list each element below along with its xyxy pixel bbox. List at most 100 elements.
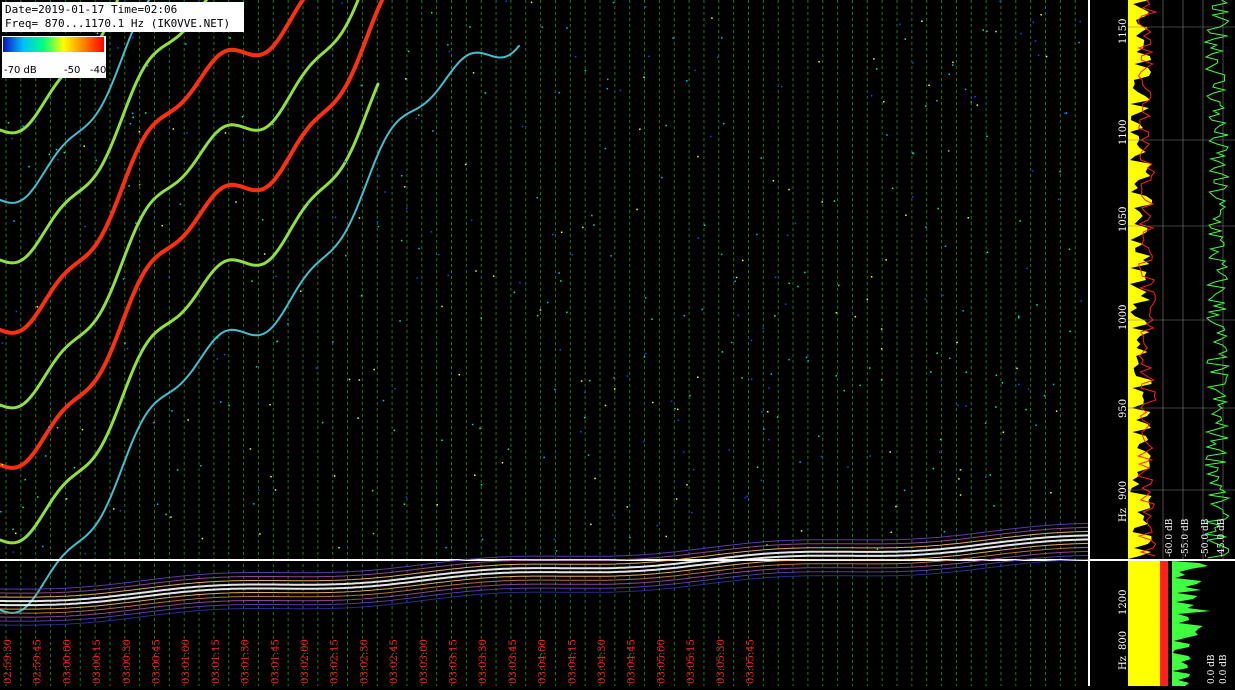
noise-speck [697, 237, 699, 239]
noise-speck [1068, 248, 1071, 250]
noise-speck [165, 513, 167, 516]
noise-speck [1063, 112, 1066, 115]
noise-speck [228, 404, 230, 407]
noise-speck [651, 318, 653, 320]
noise-speck [458, 373, 460, 376]
noise-speck [42, 545, 44, 548]
noise-speck [870, 276, 873, 278]
time-label: 02:59:45 [33, 639, 44, 684]
noise-speck [768, 438, 770, 441]
noise-speck [560, 280, 562, 282]
time-label: 03:01:45 [270, 639, 281, 684]
noise-speck [501, 462, 504, 464]
noise-speck [763, 428, 765, 430]
noise-speck [880, 379, 883, 381]
noise-speck [594, 477, 596, 480]
noise-speck [636, 208, 638, 211]
noise-speck [835, 312, 838, 314]
noise-speck [665, 124, 667, 127]
noise-speck [253, 503, 255, 505]
noise-speck [418, 114, 420, 116]
noise-speck [122, 278, 125, 280]
noise-speck [437, 253, 440, 256]
time-label: 03:03:30 [478, 639, 489, 684]
noise-speck [959, 494, 962, 496]
noise-speck [940, 379, 943, 382]
noise-speck [925, 105, 927, 107]
noise-speck [334, 216, 337, 219]
noise-speck [993, 505, 995, 507]
noise-speck [132, 116, 134, 119]
noise-speck [838, 284, 840, 287]
noise-speck [750, 378, 753, 380]
noise-speck [985, 476, 987, 478]
noise-speck [431, 12, 433, 14]
noise-speck [172, 128, 175, 130]
noise-speck [272, 123, 274, 126]
noise-speck [1035, 424, 1037, 426]
noise-speck [119, 510, 122, 512]
noise-speck [220, 401, 222, 403]
noise-speck [956, 341, 958, 344]
noise-speck [15, 310, 18, 313]
noise-speck [12, 528, 14, 531]
noise-speck [574, 56, 577, 58]
noise-speck [710, 135, 712, 138]
noise-speck [643, 76, 645, 78]
db-label: -60.0 dB [1165, 518, 1175, 557]
noise-speck [12, 551, 15, 553]
noise-speck [675, 498, 678, 500]
noise-speck [472, 72, 475, 74]
noise-speck [519, 281, 521, 284]
noise-speck [604, 404, 607, 407]
noise-speck [606, 87, 609, 90]
time-label: 03:00:00 [62, 639, 73, 684]
noise-speck [445, 546, 447, 549]
noise-speck [820, 455, 823, 458]
noise-speck [742, 259, 744, 262]
noise-speck [261, 219, 264, 221]
noise-speck [1045, 55, 1048, 58]
db-label: -50.0 dB [1201, 518, 1211, 557]
noise-speck [974, 96, 976, 98]
noise-speck [275, 275, 277, 278]
noise-speck [554, 388, 556, 391]
noise-speck [1040, 14, 1042, 16]
noise-speck [124, 342, 126, 344]
noise-speck [986, 251, 989, 253]
noise-speck [83, 145, 85, 147]
noise-speck [15, 532, 17, 535]
noise-speck [697, 155, 699, 158]
noise-speck [619, 89, 622, 92]
noise-speck [251, 280, 253, 282]
noise-speck [936, 352, 938, 354]
lower-average-spectrum [1128, 561, 1160, 686]
freq-axis-strip [1090, 0, 1128, 559]
noise-speck [28, 165, 30, 168]
noise-speck [580, 380, 583, 382]
noise-speck [132, 36, 134, 39]
date-time-line: Date=2019-01-17 Time=02:06 [5, 3, 178, 16]
noise-speck [1031, 170, 1034, 172]
noise-speck [1018, 315, 1020, 317]
noise-speck [942, 294, 944, 297]
noise-speck [989, 474, 992, 476]
noise-speck [22, 506, 24, 509]
time-label: 03:03:00 [419, 639, 430, 684]
color-scale-bar [3, 37, 104, 52]
noise-speck [805, 356, 808, 359]
noise-speck [416, 277, 418, 279]
noise-speck [880, 328, 883, 330]
noise-speck [762, 327, 764, 329]
noise-speck [774, 276, 777, 278]
noise-speck [263, 253, 266, 255]
noise-speck [952, 64, 954, 66]
noise-speck [694, 69, 696, 72]
noise-speck [818, 435, 820, 437]
noise-speck [932, 467, 935, 470]
noise-speck [869, 367, 871, 369]
noise-speck [784, 303, 787, 305]
noise-speck [767, 411, 769, 413]
noise-speck [890, 531, 892, 534]
noise-speck [555, 550, 558, 552]
